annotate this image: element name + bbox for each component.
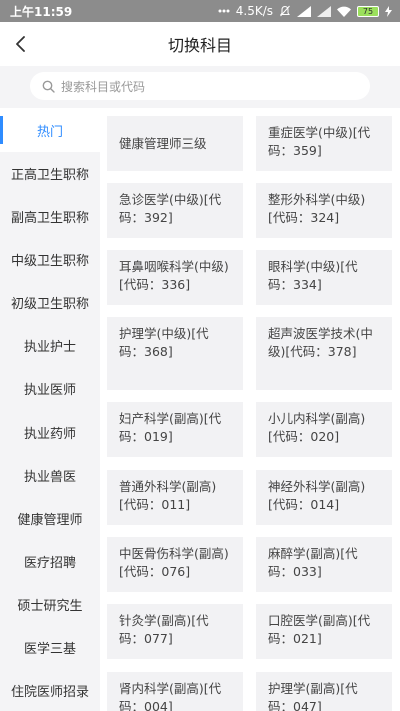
subject-card-label: 小儿内科学(副高)[代码：020] (268, 411, 366, 444)
subject-card[interactable]: 眼科学(中级)[代码：334] (256, 250, 392, 305)
subject-card[interactable]: 口腔医学(副高)[代码：021] (256, 604, 392, 659)
subject-card-label: 急诊医学(中级)[代码：392] (119, 192, 222, 225)
subject-card-label: 针灸学(副高)[代码：077] (119, 613, 209, 646)
status-bar: 上午11:59 4.5K/s 75 (0, 0, 400, 22)
sidebar-item-licensed-physician[interactable]: 执业医师 (0, 366, 100, 410)
sidebar-item-label: 副高卫生职称 (10, 210, 89, 226)
subject-card-label: 普通外科学(副高)[代码：011] (119, 479, 217, 512)
wifi-icon (337, 6, 351, 17)
subject-card-label: 神经外科学(副高)[代码：014] (268, 479, 366, 512)
subject-card[interactable]: 中医骨伤科学(副高)[代码：076] (107, 537, 243, 592)
sidebar-item-licensed-pharmacist[interactable]: 执业药师 (0, 410, 100, 454)
cell-signal-2-icon (317, 5, 331, 17)
subject-card[interactable]: 肾内科学(副高)[代码：004] (107, 672, 243, 711)
category-sidebar: 热门 正高卫生职称 副高卫生职称 中级卫生职称 初级卫生职称 执业护士 执业医师… (0, 108, 100, 711)
sidebar-item-label: 住院医师招录 (10, 684, 89, 700)
search-input[interactable]: 搜索科目或代码 (30, 72, 370, 100)
status-icons: 4.5K/s 75 (218, 4, 392, 18)
sidebar-item-health-manager[interactable]: 健康管理师 (0, 496, 100, 540)
search-placeholder: 搜索科目或代码 (61, 79, 146, 94)
subject-card[interactable]: 整形外科学(中级)[代码：324] (256, 183, 392, 238)
battery-level: 75 (362, 6, 374, 16)
subject-card-label: 护理学(副高)[代码：047] (268, 681, 358, 711)
sidebar-item-label: 执业护士 (23, 339, 76, 355)
sidebar-item-label: 健康管理师 (17, 512, 83, 528)
sidebar-item-resident-recruitment[interactable]: 住院医师招录 (0, 668, 100, 711)
sidebar-item-master-graduate[interactable]: 硕士研究生 (0, 582, 100, 626)
subject-card-label: 妇产科学(副高)[代码：019] (119, 411, 222, 444)
sidebar-item-label: 中级卫生职称 (10, 253, 89, 269)
subject-card[interactable]: 急诊医学(中级)[代码：392] (107, 183, 243, 238)
page-title: 切换科目 (167, 36, 232, 55)
sidebar-item-label: 执业医师 (23, 382, 76, 398)
subject-card[interactable]: 超声波医学技术(中级)[代码：378] (256, 317, 392, 390)
subject-card[interactable]: 麻醉学(副高)[代码：033] (256, 537, 392, 592)
subject-card-label: 护理学(中级)[代码：368] (119, 326, 209, 359)
subject-card[interactable]: 妇产科学(副高)[代码：019] (107, 402, 243, 457)
subject-card-label: 中医骨伤科学(副高)[代码：076] (119, 546, 229, 579)
sidebar-item-label: 医疗招聘 (23, 555, 76, 571)
nav-header: 切换科目 (0, 22, 400, 66)
sidebar-item-senior-health-title[interactable]: 正高卫生职称 (0, 151, 100, 195)
search-icon (42, 80, 55, 93)
status-time: 上午11:59 (10, 4, 73, 19)
subject-card[interactable]: 神经外科学(副高)[代码：014] (256, 470, 392, 525)
subject-card-label: 耳鼻咽喉科学(中级)[代码：336] (119, 259, 229, 292)
sidebar-item-label: 执业药师 (23, 426, 76, 442)
subject-card-label: 口腔医学(副高)[代码：021] (268, 613, 371, 646)
subject-card-label: 肾内科学(副高)[代码：004] (119, 681, 222, 711)
sidebar-item-label: 医学三基 (23, 641, 76, 657)
subject-grid: 健康管理师三级 重症医学(中级)[代码：359] 急诊医学(中级)[代码：392… (100, 108, 400, 711)
subject-card[interactable]: 针灸学(副高)[代码：077] (107, 604, 243, 659)
sidebar-item-label: 硕士研究生 (17, 598, 83, 614)
sidebar-item-associate-senior-health-title[interactable]: 副高卫生职称 (0, 194, 100, 238)
sidebar-item-hot[interactable]: 热门 (0, 108, 100, 152)
sidebar-item-licensed-nurse[interactable]: 执业护士 (0, 323, 100, 367)
subject-card[interactable]: 普通外科学(副高)[代码：011] (107, 470, 243, 525)
charging-icon (385, 5, 392, 17)
subject-card[interactable]: 护理学(中级)[代码：368] (107, 317, 243, 390)
subject-card[interactable]: 耳鼻咽喉科学(中级)[代码：336] (107, 250, 243, 305)
mute-icon (279, 5, 291, 17)
sidebar-item-junior-health-title[interactable]: 初级卫生职称 (0, 280, 100, 324)
subject-card-label: 健康管理师三级 (119, 135, 207, 151)
subject-card-label: 整形外科学(中级)[代码：324] (268, 192, 366, 225)
sidebar-item-medical-three-basics[interactable]: 医学三基 (0, 625, 100, 669)
sidebar-item-medical-recruitment[interactable]: 医疗招聘 (0, 539, 100, 583)
subject-card-label: 重症医学(中级)[代码：359] (268, 125, 371, 158)
subject-card-label: 超声波医学技术(中级)[代码：378] (268, 326, 373, 359)
sidebar-item-label: 正高卫生职称 (10, 167, 89, 183)
back-button[interactable] (10, 33, 32, 55)
chevron-left-icon (16, 36, 25, 52)
sidebar-item-licensed-veterinarian[interactable]: 执业兽医 (0, 453, 100, 497)
subject-card-label: 麻醉学(副高)[代码：033] (268, 546, 358, 579)
subject-card[interactable]: 小儿内科学(副高)[代码：020] (256, 402, 392, 457)
subject-card[interactable]: 健康管理师三级 (107, 116, 243, 171)
search-bar-container: 搜索科目或代码 (0, 66, 400, 108)
network-speed: 4.5K/s (235, 4, 273, 18)
sidebar-item-label: 执业兽医 (23, 469, 76, 485)
sidebar-item-label: 热门 (36, 124, 63, 140)
subject-card[interactable]: 重症医学(中级)[代码：359] (256, 116, 392, 171)
sidebar-item-label: 初级卫生职称 (10, 296, 89, 312)
battery-icon: 75 (357, 5, 379, 17)
subject-card[interactable]: 护理学(副高)[代码：047] (256, 672, 392, 711)
sidebar-item-intermediate-health-title[interactable]: 中级卫生职称 (0, 237, 100, 281)
signal-dots-icon (218, 8, 230, 14)
cell-signal-icon (297, 5, 311, 17)
subject-card-label: 眼科学(中级)[代码：334] (268, 259, 358, 292)
